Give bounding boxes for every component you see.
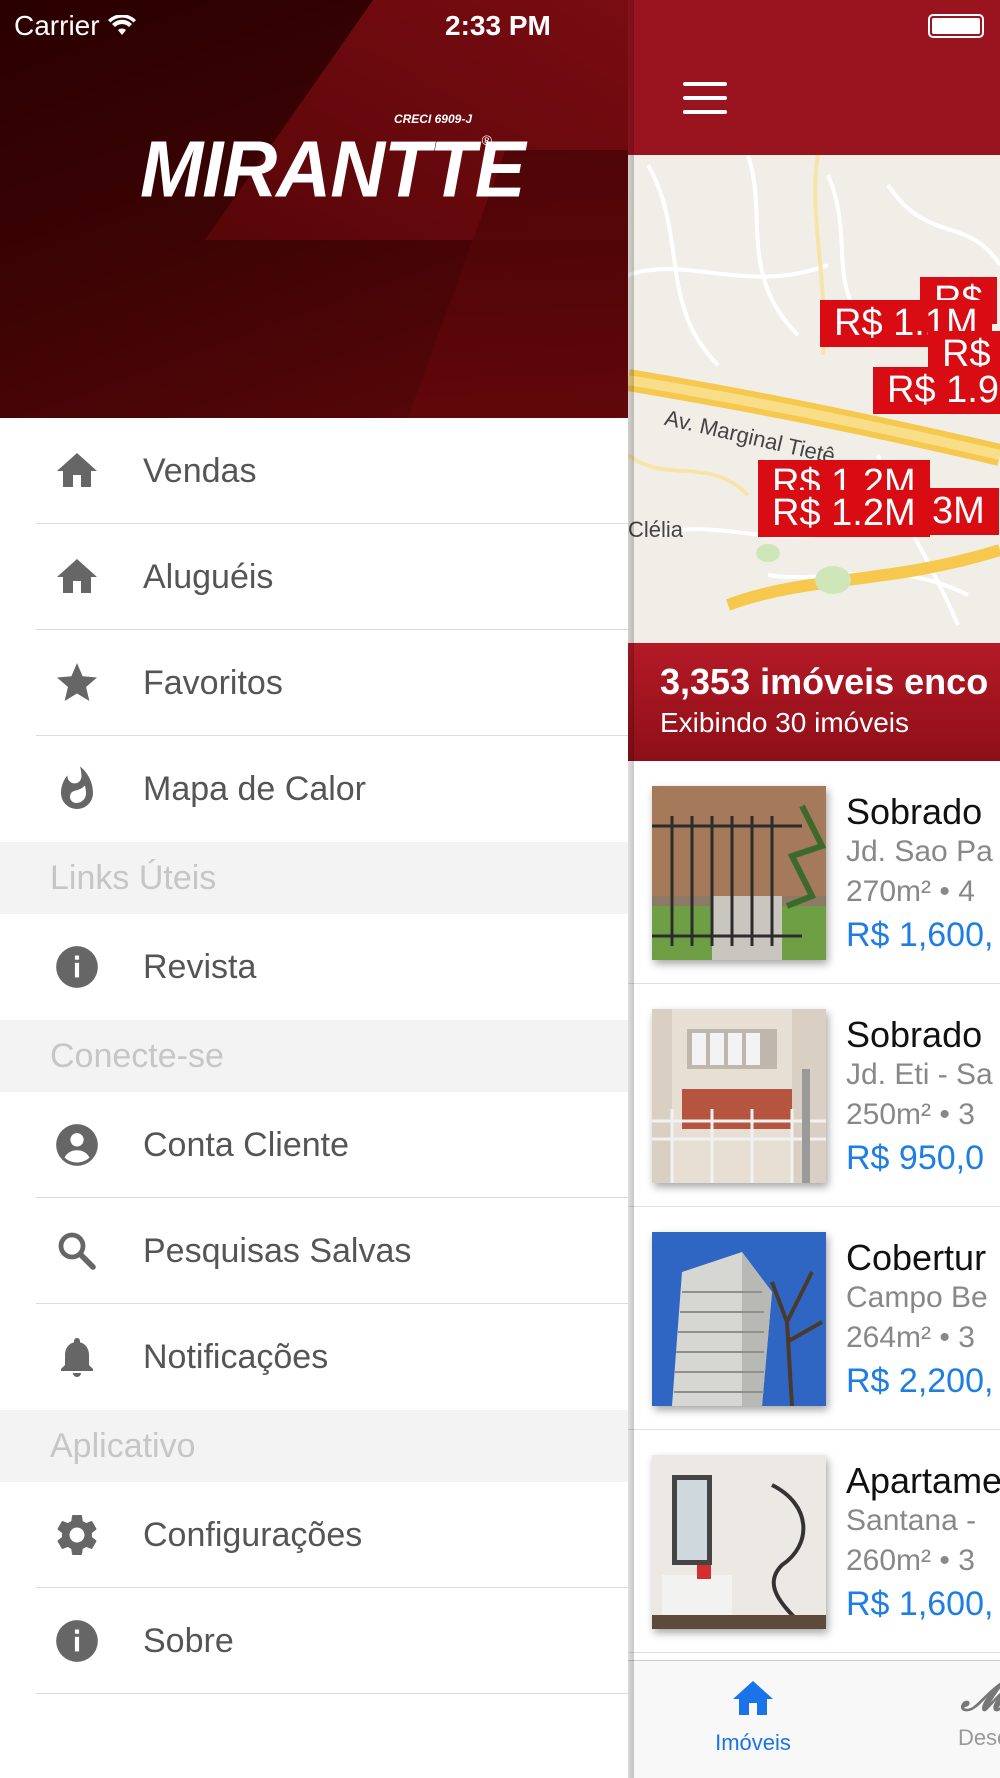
menu-item-alugueis[interactable]: Aluguéis	[0, 524, 628, 630]
listing-photo	[652, 1232, 826, 1406]
listing-location: Jd. Eti - Sa	[846, 1058, 993, 1091]
price-marker[interactable]: R$ 1.2M	[758, 490, 930, 537]
carrier-label: Carrier	[14, 10, 136, 42]
home-icon	[52, 552, 102, 602]
listing-item[interactable]: Sobrado Jd. Sao Pa 270m² • 4 R$ 1,600,	[628, 761, 1000, 984]
menu-label: Notificações	[143, 1337, 329, 1376]
results-showing: Exibindo 30 imóveis	[660, 707, 910, 738]
menu-label: Sobre	[143, 1621, 234, 1660]
listing-photo	[652, 1455, 826, 1629]
drawer-menu: Vendas Aluguéis Favoritos Mapa de Calor …	[0, 418, 628, 1694]
results-banner: 3,353 imóveis enco Exibindo 30 imóveis	[628, 643, 1000, 761]
menu-item-pesquisas-salvas[interactable]: Pesquisas Salvas	[0, 1198, 628, 1304]
gear-icon	[52, 1510, 102, 1560]
listing-item[interactable]: Cobertur Campo Be 264m² • 3 R$ 2,200,	[628, 1207, 1000, 1430]
section-title: Links Úteis	[50, 858, 217, 897]
listing-area: 250m² • 3	[846, 1098, 975, 1131]
street-label: Clélia	[628, 517, 684, 542]
menu-label: Aluguéis	[143, 557, 274, 596]
listing-area: 270m² • 4	[846, 875, 975, 908]
info-icon	[52, 942, 102, 992]
results-count: 3,353 imóveis enco	[660, 661, 989, 702]
listing-area: 264m² • 3	[846, 1321, 975, 1354]
menu-item-sobre[interactable]: Sobre	[0, 1588, 628, 1694]
map-view[interactable]: Av. Marginal Tietê Clélia R$ R$ 1.1M R$ …	[628, 155, 1000, 643]
listing-title: Sobrado	[846, 1014, 983, 1055]
battery-icon	[928, 14, 984, 38]
section-header-aplicativo: Aplicativo	[0, 1410, 628, 1482]
menu-label: Favoritos	[143, 663, 283, 702]
listing-price: R$ 2,200,	[846, 1362, 994, 1400]
search-icon	[52, 1226, 102, 1276]
clock: 2:33 PM	[445, 10, 551, 41]
home-icon	[733, 1681, 773, 1715]
carrier-text: Carrier	[14, 10, 100, 41]
account-icon	[52, 1120, 102, 1170]
menu-label: Mapa de Calor	[143, 769, 367, 808]
status-bar: Carrier 2:33 PM	[0, 0, 1000, 50]
price-marker[interactable]: R$ 1.9	[873, 367, 1000, 414]
tab-bar: Imóveis 𝓜 Desc	[628, 1660, 1000, 1778]
logo-registered: ®	[481, 132, 492, 148]
menu-item-conta-cliente[interactable]: Conta Cliente	[0, 1092, 628, 1198]
listing-photo	[652, 786, 826, 960]
menu-label: Revista	[143, 947, 257, 986]
star-icon	[52, 658, 102, 708]
tab-desc[interactable]: 𝓜 Desc	[918, 1675, 1000, 1751]
price-marker[interactable]: 3M	[918, 488, 999, 535]
section-header-conecte-se: Conecte-se	[0, 1020, 628, 1092]
listing-item[interactable]: Apartame Santana - 260m² • 3 R$ 1,600,	[628, 1430, 1000, 1653]
listing-photo	[652, 1009, 826, 1183]
listing-location: Campo Be	[846, 1281, 988, 1314]
menu-item-favoritos[interactable]: Favoritos	[0, 630, 628, 736]
listing-title: Cobertur	[846, 1237, 987, 1278]
wifi-icon	[107, 15, 136, 35]
listing-price: R$ 1,600,	[846, 1585, 994, 1623]
side-drawer: CRECI 6909-J MIRANTTE ® Vendas Aluguéis …	[0, 0, 628, 1778]
home-icon	[52, 446, 102, 496]
listing-area: 260m² • 3	[846, 1544, 975, 1577]
main-content: Av. Marginal Tietê Clélia R$ R$ 1.1M R$ …	[628, 0, 1000, 1778]
listing-price: R$ 1,600,	[846, 916, 994, 954]
menu-label: Pesquisas Salvas	[143, 1231, 412, 1270]
menu-label: Configurações	[143, 1515, 363, 1554]
menu-item-revista[interactable]: Revista	[0, 914, 628, 1020]
bell-icon	[52, 1332, 102, 1382]
listing-item[interactable]: Sobrado Jd. Eti - Sa 250m² • 3 R$ 950,0	[628, 984, 1000, 1207]
tab-label: Desc	[957, 1725, 1000, 1750]
section-header-links-uteis: Links Úteis	[0, 842, 628, 914]
mirantte-logo: CRECI 6909-J MIRANTTE ®	[140, 112, 526, 222]
drawer-header: CRECI 6909-J MIRANTTE ®	[0, 0, 628, 418]
tab-label: Imóveis	[715, 1730, 791, 1755]
menu-icon[interactable]	[683, 82, 727, 114]
info-icon	[52, 1616, 102, 1666]
brand-icon: 𝓜	[918, 1675, 1000, 1719]
listing-location: Jd. Sao Pa	[846, 835, 993, 868]
listing-title: Sobrado	[846, 791, 983, 832]
listing-price: R$ 950,0	[846, 1139, 984, 1177]
section-title: Aplicativo	[50, 1426, 196, 1465]
menu-item-notificacoes[interactable]: Notificações	[0, 1304, 628, 1410]
menu-label: Conta Cliente	[143, 1125, 350, 1164]
section-title: Conecte-se	[50, 1036, 224, 1075]
flame-icon	[52, 764, 102, 814]
listing-location: Santana -	[846, 1504, 977, 1537]
tab-imoveis[interactable]: Imóveis	[688, 1675, 818, 1756]
menu-item-mapa-de-calor[interactable]: Mapa de Calor	[0, 736, 628, 842]
menu-item-vendas[interactable]: Vendas	[0, 418, 628, 524]
menu-label: Vendas	[143, 451, 257, 490]
menu-item-configuracoes[interactable]: Configurações	[0, 1482, 628, 1588]
logo-wordmark: MIRANTTE	[140, 124, 526, 215]
listing-title: Apartame	[846, 1460, 1000, 1501]
